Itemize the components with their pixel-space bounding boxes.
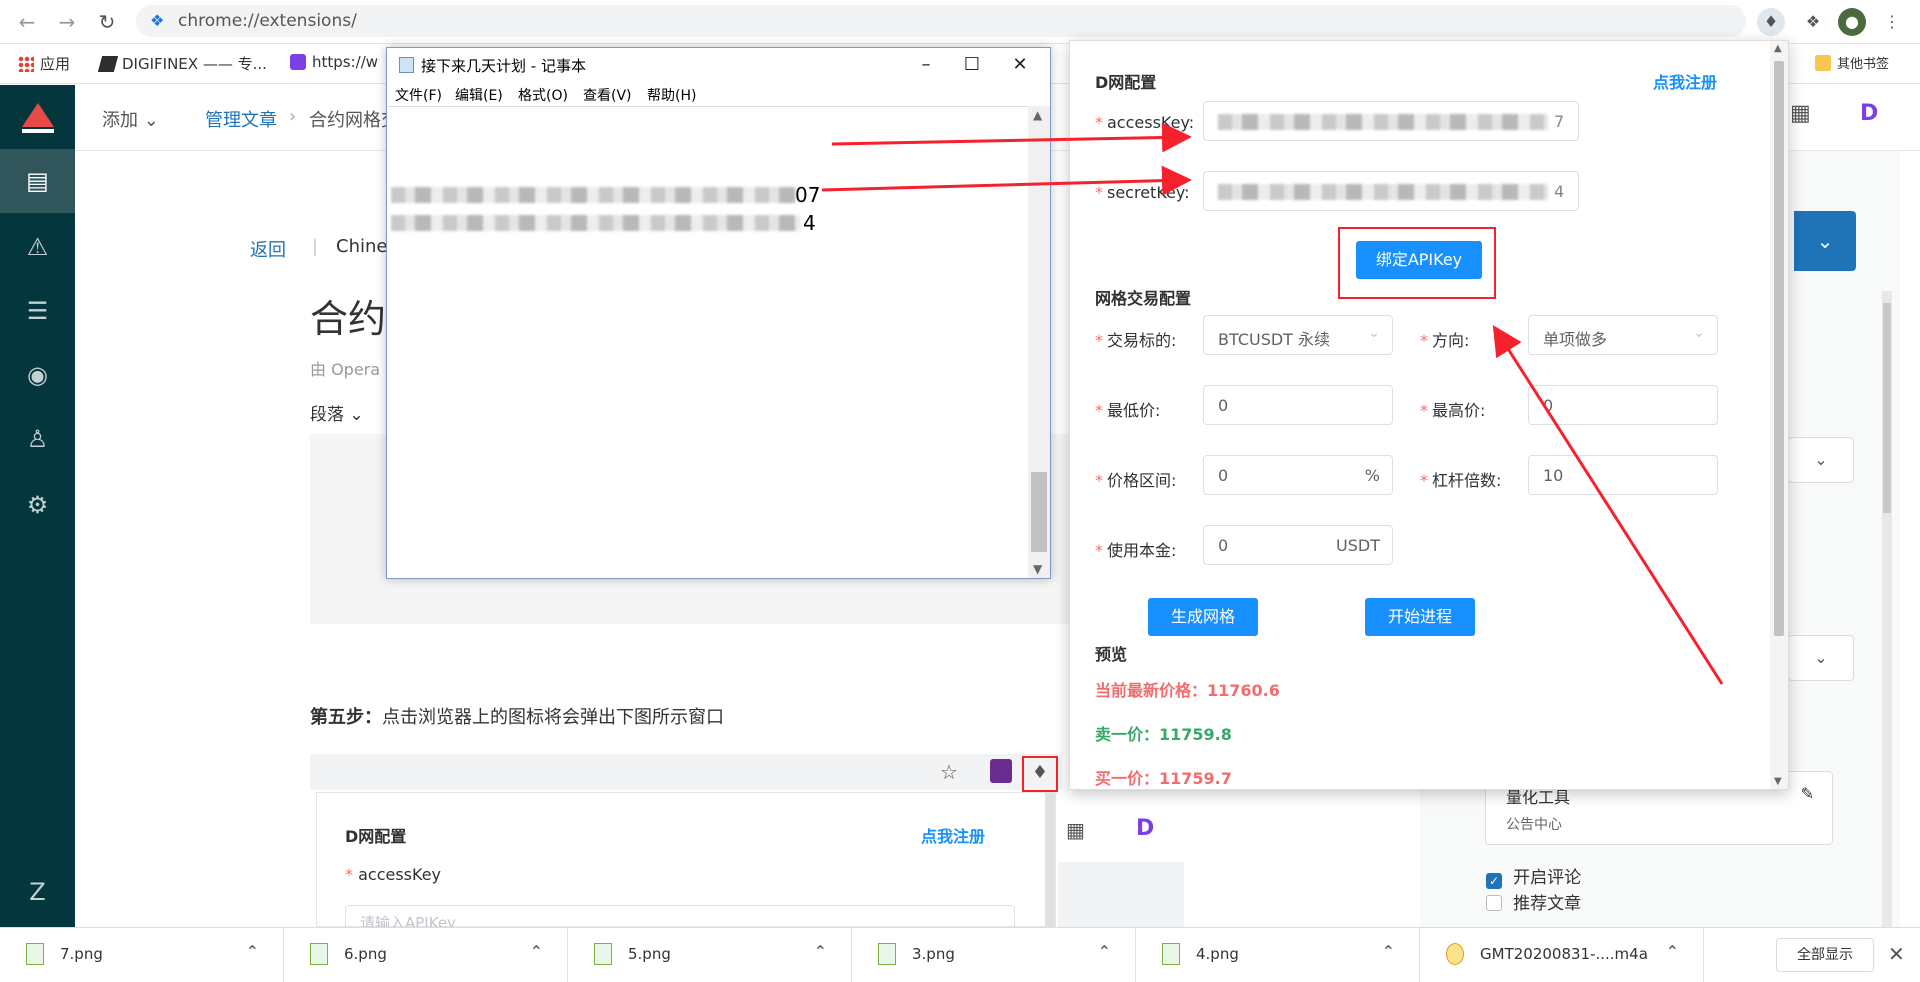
- download-item[interactable]: 7.png ⌃: [0, 928, 284, 982]
- chevron-up-icon[interactable]: ⌃: [1098, 942, 1111, 961]
- download-filename: 4.png: [1196, 945, 1239, 963]
- close-downloads-icon[interactable]: ✕: [1888, 942, 1905, 966]
- download-item[interactable]: GMT20200831-....m4a ⌃: [1420, 928, 1704, 982]
- downloads-bar: 7.png ⌃ 6.png ⌃ 5.png ⌃ 3.png ⌃ 4.png ⌃ …: [0, 927, 1920, 982]
- arrow-to-secret-key: [821, 165, 1192, 196]
- chevron-up-icon[interactable]: ⌃: [1382, 942, 1395, 961]
- download-item[interactable]: 3.png ⌃: [852, 928, 1136, 982]
- arrow-to-access-key: [831, 122, 1192, 153]
- chevron-up-icon[interactable]: ⌃: [1666, 942, 1679, 961]
- arrow-to-bind-button: [1492, 324, 1724, 685]
- image-file-icon: [1162, 943, 1180, 965]
- chevron-up-icon[interactable]: ⌃: [814, 942, 827, 961]
- download-filename: GMT20200831-....m4a: [1480, 945, 1648, 963]
- download-filename: 3.png: [912, 945, 955, 963]
- download-filename: 7.png: [60, 945, 103, 963]
- image-file-icon: [26, 943, 44, 965]
- annotation-arrows: [821, 122, 1724, 685]
- download-item[interactable]: 5.png ⌃: [568, 928, 852, 982]
- chevron-up-icon[interactable]: ⌃: [530, 942, 543, 961]
- image-file-icon: [594, 943, 612, 965]
- download-item[interactable]: 6.png ⌃: [284, 928, 568, 982]
- chevron-up-icon[interactable]: ⌃: [246, 942, 259, 961]
- show-all-button[interactable]: 全部显示: [1776, 938, 1874, 972]
- download-filename: 5.png: [628, 945, 671, 963]
- image-file-icon: [878, 943, 896, 965]
- audio-file-icon: [1446, 943, 1464, 965]
- download-item[interactable]: 4.png ⌃: [1136, 928, 1420, 982]
- image-file-icon: [310, 943, 328, 965]
- download-filename: 6.png: [344, 945, 387, 963]
